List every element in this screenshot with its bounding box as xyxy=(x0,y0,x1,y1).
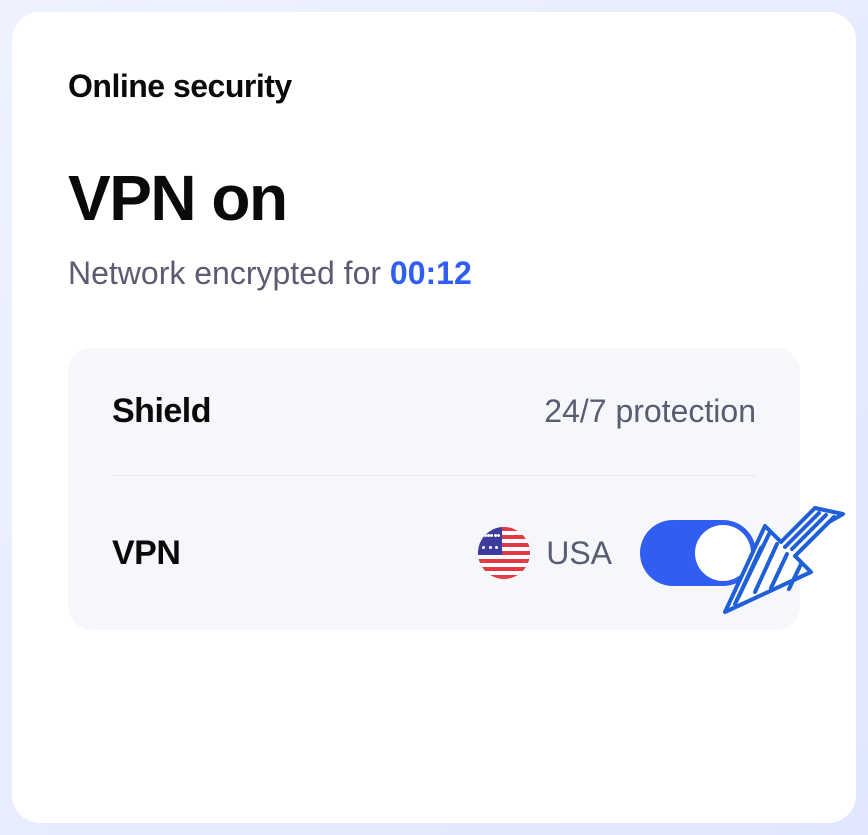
vpn-country[interactable]: USA xyxy=(478,527,612,579)
section-title: Online security xyxy=(68,68,800,105)
usa-flag-icon xyxy=(478,527,530,579)
shield-value: 24/7 protection xyxy=(544,393,756,430)
vpn-country-name: USA xyxy=(546,535,612,572)
main-title: VPN on xyxy=(68,161,800,235)
shield-row[interactable]: Shield 24/7 protection xyxy=(112,348,756,475)
subtitle-prefix: Network encrypted for xyxy=(68,255,390,291)
vpn-row: VPN xyxy=(112,475,756,630)
subtitle: Network encrypted for 00:12 xyxy=(68,255,800,292)
duration-value: 00:12 xyxy=(390,255,472,291)
vpn-right-group: USA xyxy=(478,520,756,586)
toggle-knob xyxy=(695,525,751,581)
shield-label: Shield xyxy=(112,392,211,431)
security-card: Online security VPN on Network encrypted… xyxy=(12,12,856,823)
vpn-label: VPN xyxy=(112,534,180,573)
vpn-toggle[interactable] xyxy=(640,520,756,586)
settings-panel: Shield 24/7 protection VPN xyxy=(68,348,800,630)
